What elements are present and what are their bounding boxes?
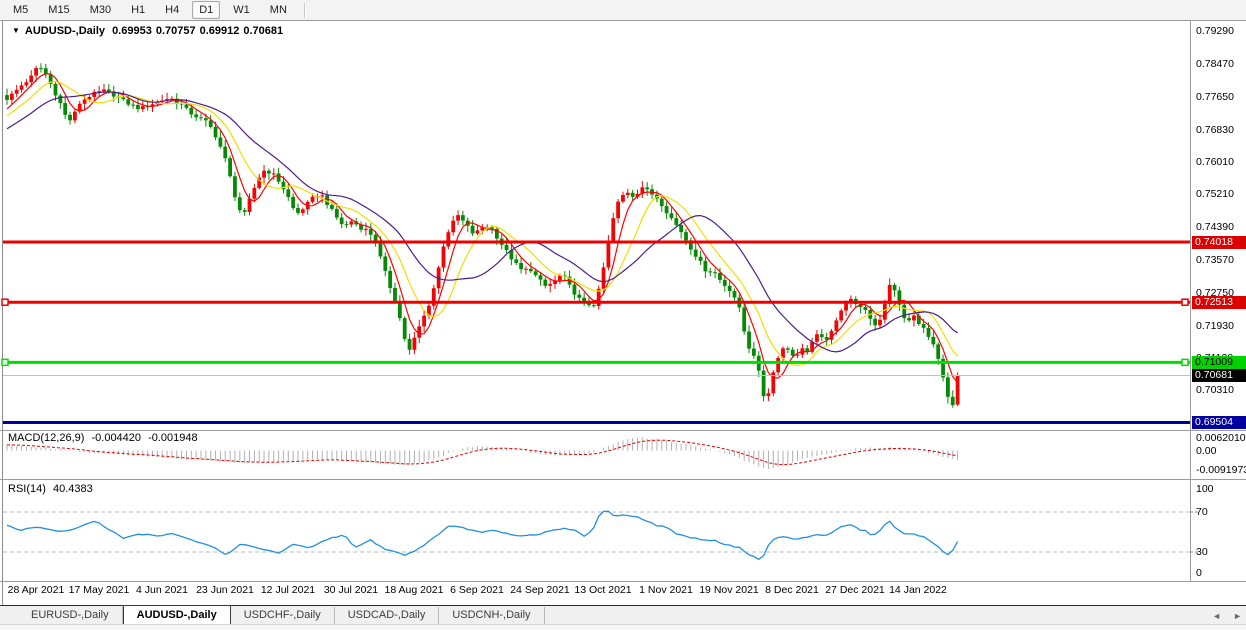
toolbar-timeframe-h1[interactable]: H1 — [124, 1, 152, 19]
status-strip — [0, 624, 1246, 630]
toolbar-timeframe-m15[interactable]: M15 — [41, 1, 76, 19]
toolbar-timeframe-h4[interactable]: H4 — [158, 1, 186, 19]
toolbar-separator — [304, 3, 306, 18]
tabs-container: EURUSD-,DailyAUDUSD-,DailyUSDCHF-,DailyU… — [18, 606, 545, 625]
toolbar-timeframe-d1[interactable]: D1 — [192, 1, 220, 19]
tab-usdcad-daily[interactable]: USDCAD-,Daily — [335, 607, 440, 624]
toolbar-timeframe-m5[interactable]: M5 — [6, 1, 35, 19]
tab-usdchf-daily[interactable]: USDCHF-,Daily — [231, 607, 335, 624]
tab-audusd-daily[interactable]: AUDUSD-,Daily — [123, 605, 231, 625]
toolbar-timeframe-mn[interactable]: MN — [263, 1, 294, 19]
symbol-tabbar: EURUSD-,DailyAUDUSD-,DailyUSDCHF-,DailyU… — [0, 605, 1246, 625]
tab-scroll-right-icon[interactable]: ► — [1233, 611, 1242, 621]
tab-scroll-arrows: ◄ ► — [1212, 606, 1242, 625]
tab-usdcnh-daily[interactable]: USDCNH-,Daily — [439, 607, 544, 624]
tabbar-spacer — [0, 606, 18, 625]
chart-canvas[interactable] — [0, 0, 1246, 630]
tab-scroll-left-icon[interactable]: ◄ — [1212, 611, 1221, 621]
toolbar-timeframe-w1[interactable]: W1 — [226, 1, 257, 19]
timeframe-toolbar: M5 M15 M30 H1 H4 D1 W1 MN — [0, 0, 1246, 21]
tab-eurusd-daily[interactable]: EURUSD-,Daily — [18, 607, 123, 624]
mt4-window: M5M15M30H1H4D1W1MN ▼AUDUSD-,Daily 0.6995… — [0, 0, 1246, 630]
toolbar-timeframe-m30[interactable]: M30 — [83, 1, 118, 19]
